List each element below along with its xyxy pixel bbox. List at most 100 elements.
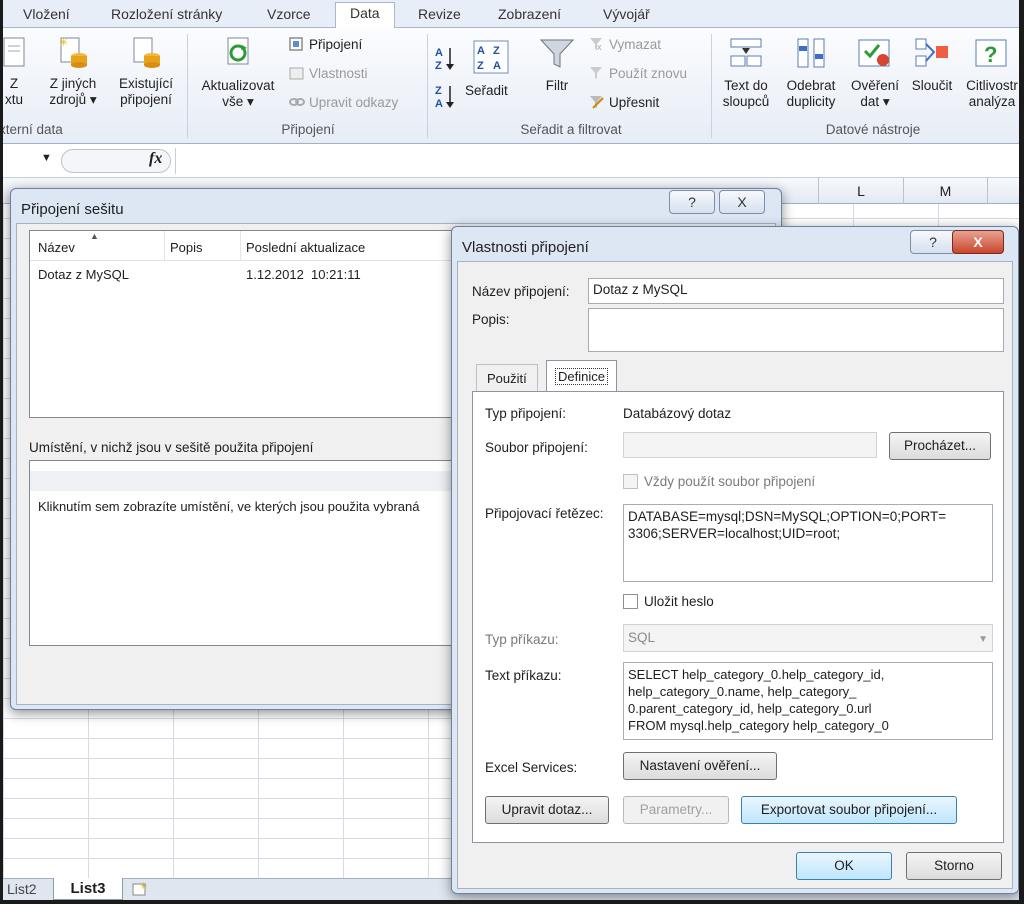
tab-page-layout[interactable]: Rozložení stránky [111, 4, 222, 28]
connection-name-field[interactable]: Dotaz z MySQL [588, 278, 1004, 304]
excel-services-label: Excel Services: [485, 760, 578, 775]
auth-settings-button[interactable]: Nastavení ověření... [623, 752, 777, 780]
connection-properties-dialog: Vlastnosti připojení ? X Název připojení… [451, 226, 1019, 894]
connection-file-field[interactable] [623, 432, 877, 458]
group-label-sort-filter: Seřadit a filtrovat [520, 122, 622, 137]
always-use-file-label: Vždy použít soubor připojení [644, 474, 816, 489]
text-to-columns-button[interactable]: Text do sloupců [717, 36, 775, 110]
filter-label: Filtr [545, 78, 569, 93]
consolidate-button[interactable]: Sloučit [905, 36, 959, 94]
browse-button[interactable]: Procházet... [889, 432, 991, 460]
sort-dialog-icon[interactable]: AZZA [473, 40, 509, 77]
from-text-button[interactable]: Z xtu [3, 36, 31, 108]
tab-definition[interactable]: Definice [546, 360, 617, 392]
edit-links-button[interactable]: Upravit odkazy [289, 92, 398, 114]
dialog-title: Vlastnosti připojení [462, 239, 589, 256]
save-password-option[interactable]: Uložit heslo [623, 594, 714, 609]
sort-ascending-icon: ▲ [90, 231, 99, 241]
existing-label-2: připojení [120, 92, 172, 107]
refresh-all-button[interactable]: Aktualizovat vše ▾ [193, 36, 283, 110]
what-if-analysis-button[interactable]: ? Citlivostr analýza [959, 36, 1019, 110]
tab-review[interactable]: Revize [418, 4, 461, 28]
ribbon-tab-bar: Vložení Rozložení stránky Vzorce Data Re… [3, 0, 1019, 29]
always-use-file-option[interactable]: Vždy použít soubor připojení [623, 474, 815, 489]
column-header-m[interactable]: M [903, 178, 988, 204]
svg-text:✳: ✳ [59, 37, 68, 49]
command-type-select[interactable]: SQL ▼ [623, 624, 993, 652]
tab-usage[interactable]: Použití [476, 364, 538, 392]
clear-filter-icon: x [590, 38, 602, 52]
properties-icon [289, 67, 304, 80]
svg-text:Z: Z [435, 85, 442, 97]
sheet-tab-list2[interactable]: List2 [7, 881, 37, 897]
column-description[interactable]: Popis [170, 240, 203, 255]
tab-view[interactable]: Zobrazení [498, 4, 561, 28]
tab-data[interactable]: Data [335, 2, 395, 29]
consolidate-icon [915, 38, 948, 67]
column-name[interactable]: Název [38, 240, 75, 255]
svg-text:Z: Z [477, 60, 484, 72]
text-file-icon [3, 37, 25, 67]
command-text-field[interactable]: SELECT help_category_0.help_category_id,… [623, 662, 993, 740]
excel-window: Vložení Rozložení stránky Vzorce Data Re… [3, 0, 1019, 900]
edit-query-button[interactable]: Upravit dotaz... [485, 796, 609, 824]
existing-label-1: Existující [118, 76, 173, 91]
cancel-button[interactable]: Storno [906, 852, 1002, 880]
connections-button[interactable]: Připojení [289, 34, 362, 56]
locations-hint[interactable]: Kliknutím sem zobrazíte umístění, ve kte… [38, 499, 420, 514]
link-icon [289, 98, 305, 106]
sort-za-icon[interactable]: ZA [433, 82, 457, 113]
svg-text:A: A [435, 98, 443, 110]
from-text-label-2: xtu [4, 92, 23, 107]
tab-definition-label: Definice [555, 368, 608, 385]
database-star-icon: ✳ [59, 37, 87, 68]
locations-label: Umístění, v nichž jsou v sešitě použita … [29, 440, 314, 455]
chevron-down-icon: ▼ [978, 634, 988, 645]
advanced-filter-button[interactable]: Upřesnit [589, 92, 659, 114]
svg-text:?: ? [984, 42, 997, 67]
sort-az-icon[interactable]: AZ [433, 44, 457, 75]
remove-duplicates-button[interactable]: Odebrat duplicity [779, 36, 843, 110]
fx-icon[interactable]: fx [149, 150, 162, 168]
tab-insert[interactable]: Vložení [23, 4, 70, 28]
whatif-label-1: Citlivostr [966, 78, 1018, 93]
parameters-button[interactable]: Parametry... [623, 796, 729, 824]
ok-button[interactable]: OK [796, 852, 892, 880]
export-connection-file-button[interactable]: Exportovat soubor připojení... [741, 796, 957, 824]
group-label-external-data: xterní data [3, 122, 63, 137]
always-use-file-checkbox[interactable] [623, 474, 638, 489]
name-box-dropdown-icon[interactable]: ▼ [41, 152, 52, 164]
close-button[interactable]: X [719, 190, 765, 214]
group-label-connections: Připojení [281, 122, 335, 137]
help-button[interactable]: ? [910, 230, 956, 254]
column-last-refreshed[interactable]: Poslední aktualizace [246, 240, 365, 255]
svg-text:Z: Z [435, 60, 442, 72]
remove-duplicates-icon [797, 38, 825, 68]
help-button[interactable]: ? [669, 190, 715, 214]
clear-filter-button[interactable]: x Vymazat [589, 34, 661, 56]
from-other-sources-button[interactable]: ✳ Z jiných zdrojů ▾ [41, 36, 105, 108]
existing-connections-button[interactable]: Existující připojení [111, 36, 181, 108]
close-button[interactable]: X [952, 230, 1004, 254]
properties-button[interactable]: Vlastnosti [289, 63, 368, 85]
command-type-label: Typ příkazu: [485, 632, 559, 647]
connection-name: Dotaz z MySQL [38, 267, 130, 282]
ribbon-separator [187, 34, 188, 138]
tab-formulas[interactable]: Vzorce [267, 4, 311, 28]
formula-input[interactable] [175, 148, 1019, 174]
sheet-tab-list3[interactable]: List3 [53, 878, 123, 900]
save-password-checkbox[interactable] [623, 594, 638, 609]
description-field[interactable] [588, 308, 1004, 352]
definition-panel: Typ připojení: Databázový dotaz Soubor p… [472, 391, 1004, 843]
dialog-body: Název připojení: Dotaz z MySQL Popis: Po… [457, 261, 1013, 889]
tab-developer[interactable]: Vývojář [603, 4, 650, 28]
save-password-label: Uložit heslo [644, 594, 714, 609]
insert-sheet-icon[interactable]: ✳ [131, 881, 149, 900]
connection-string-field[interactable]: DATABASE=mysql;DSN=MySQL;OPTION=0;PORT= … [623, 504, 993, 582]
column-header-l[interactable]: L [818, 178, 903, 204]
data-validation-button[interactable]: Ověření dat ▾ [845, 36, 905, 110]
from-text-label-1: Z [9, 76, 19, 91]
sort-button[interactable]: Seřadit [465, 80, 508, 102]
filter-button[interactable]: Filtr [533, 36, 581, 94]
reapply-button[interactable]: Použít znovu [589, 63, 687, 85]
